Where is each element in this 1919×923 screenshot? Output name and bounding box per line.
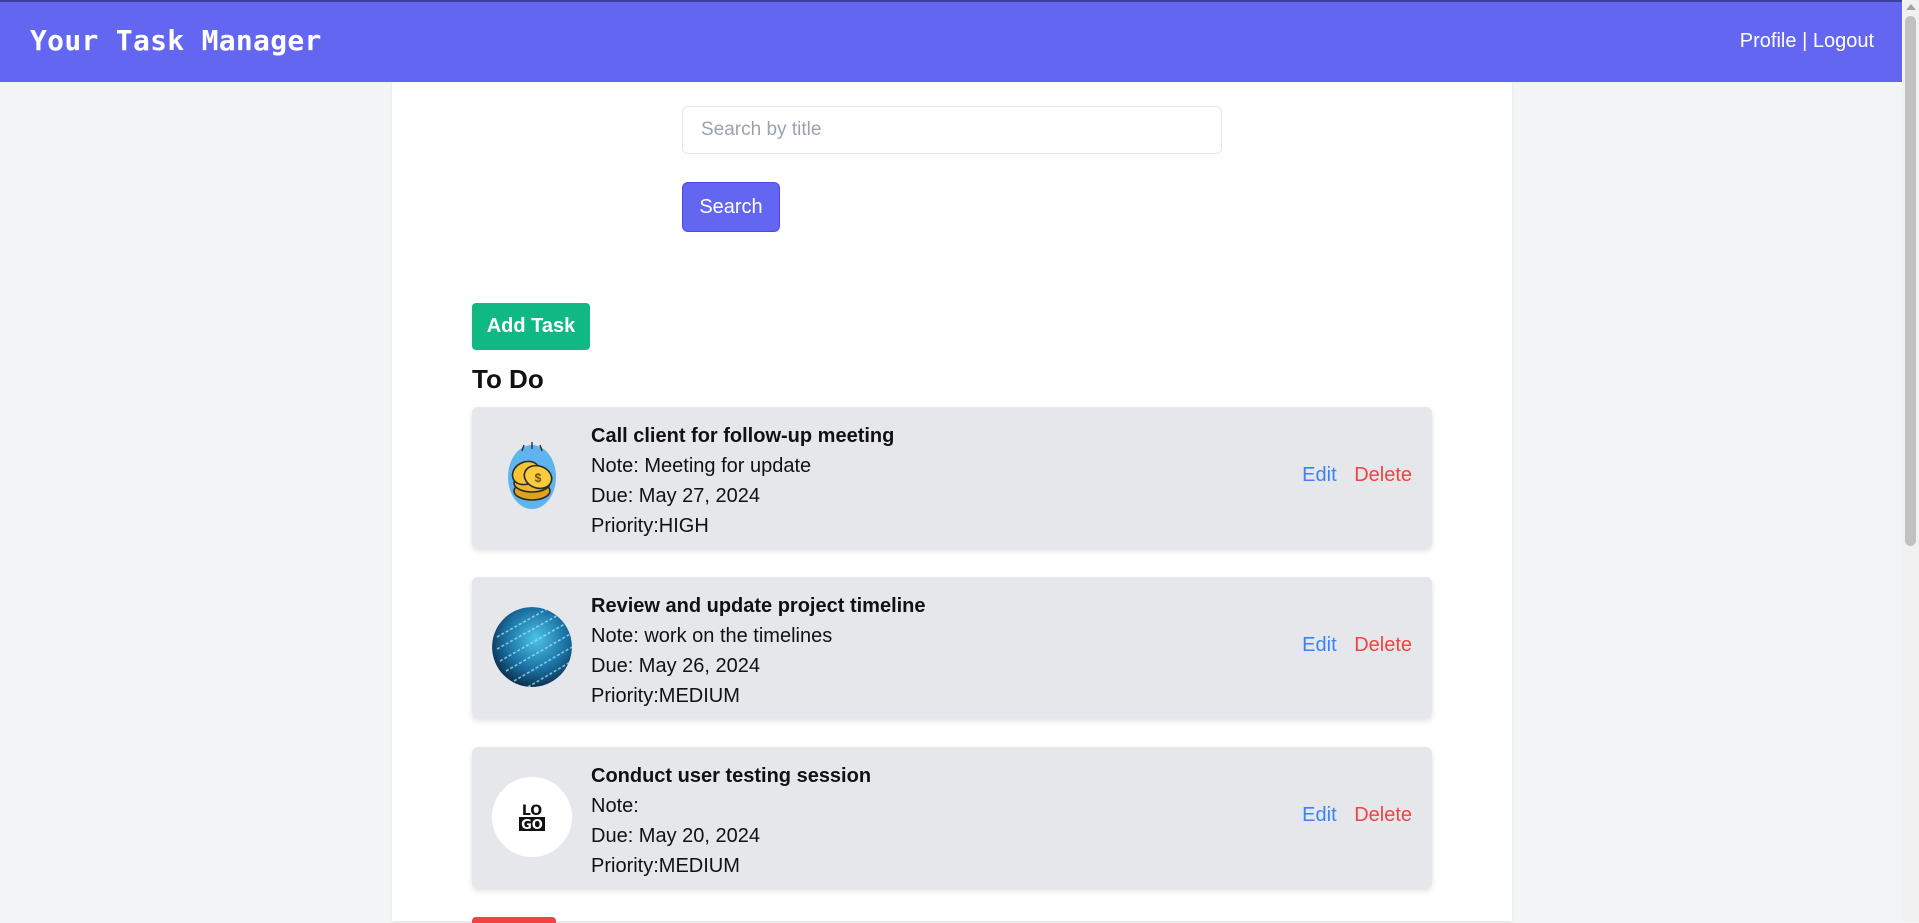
section-title-todo: To Do <box>472 364 544 394</box>
scroll-up-arrow-icon[interactable] <box>1906 4 1916 10</box>
task-actions: Edit Delete <box>1302 464 1412 487</box>
scrollbar-thumb[interactable] <box>1905 16 1916 546</box>
page-scrollbar[interactable] <box>1902 0 1919 921</box>
task-card: Review and update project timeline Note:… <box>472 577 1432 718</box>
task-note: Note: work on the timelines <box>591 625 833 647</box>
task-title: Review and update project timeline <box>591 595 926 617</box>
main-panel: Search Add Task To Do $ Call client for … <box>392 82 1512 923</box>
next-section-button-partial[interactable] <box>472 917 556 923</box>
task-title: Conduct user testing session <box>591 765 872 787</box>
task-actions: Edit Delete <box>1302 634 1412 657</box>
add-task-button[interactable]: Add Task <box>472 303 590 350</box>
edit-task-link[interactable]: Edit <box>1302 464 1336 486</box>
task-details: Call client for follow-up meeting Note: … <box>591 421 894 541</box>
top-navbar: Your Task Manager Profile | Logout <box>0 0 1902 82</box>
app-title: Your Task Manager <box>30 24 322 57</box>
task-details: Review and update project timeline Note:… <box>591 591 926 711</box>
task-card: LO GO Conduct user testing session Note:… <box>472 747 1432 888</box>
code-screen-icon <box>492 607 572 687</box>
svg-text:LO: LO <box>522 803 542 819</box>
delete-task-link[interactable]: Delete <box>1354 464 1412 486</box>
task-due-date: Due: May 20, 2024 <box>591 825 760 847</box>
task-priority: Priority:MEDIUM <box>591 855 740 877</box>
task-actions: Edit Delete <box>1302 804 1412 827</box>
logo-badge-icon: LO GO <box>492 777 572 857</box>
task-due-date: Due: May 26, 2024 <box>591 655 760 677</box>
task-priority: Priority:MEDIUM <box>591 685 740 707</box>
nav-separator: | <box>1802 30 1808 52</box>
task-note: Note: Meeting for update <box>591 455 812 477</box>
task-card: $ Call client for follow-up meeting Note… <box>472 407 1432 548</box>
nav-links: Profile | Logout <box>1740 30 1874 53</box>
logout-link[interactable]: Logout <box>1813 30 1874 53</box>
edit-task-link[interactable]: Edit <box>1302 804 1336 826</box>
svg-text:$: $ <box>535 471 542 485</box>
task-note: Note: <box>591 795 639 817</box>
delete-task-link[interactable]: Delete <box>1354 804 1412 826</box>
task-due-date: Due: May 27, 2024 <box>591 485 760 507</box>
task-priority: Priority:HIGH <box>591 515 709 537</box>
profile-link[interactable]: Profile <box>1740 30 1797 53</box>
delete-task-link[interactable]: Delete <box>1354 634 1412 656</box>
task-details: Conduct user testing session Note: Due: … <box>591 761 871 881</box>
search-button[interactable]: Search <box>682 182 780 232</box>
search-input[interactable] <box>682 106 1222 154</box>
task-title: Call client for follow-up meeting <box>591 425 895 447</box>
svg-text:GO: GO <box>521 818 543 833</box>
edit-task-link[interactable]: Edit <box>1302 634 1336 656</box>
coins-icon: $ <box>492 437 572 517</box>
